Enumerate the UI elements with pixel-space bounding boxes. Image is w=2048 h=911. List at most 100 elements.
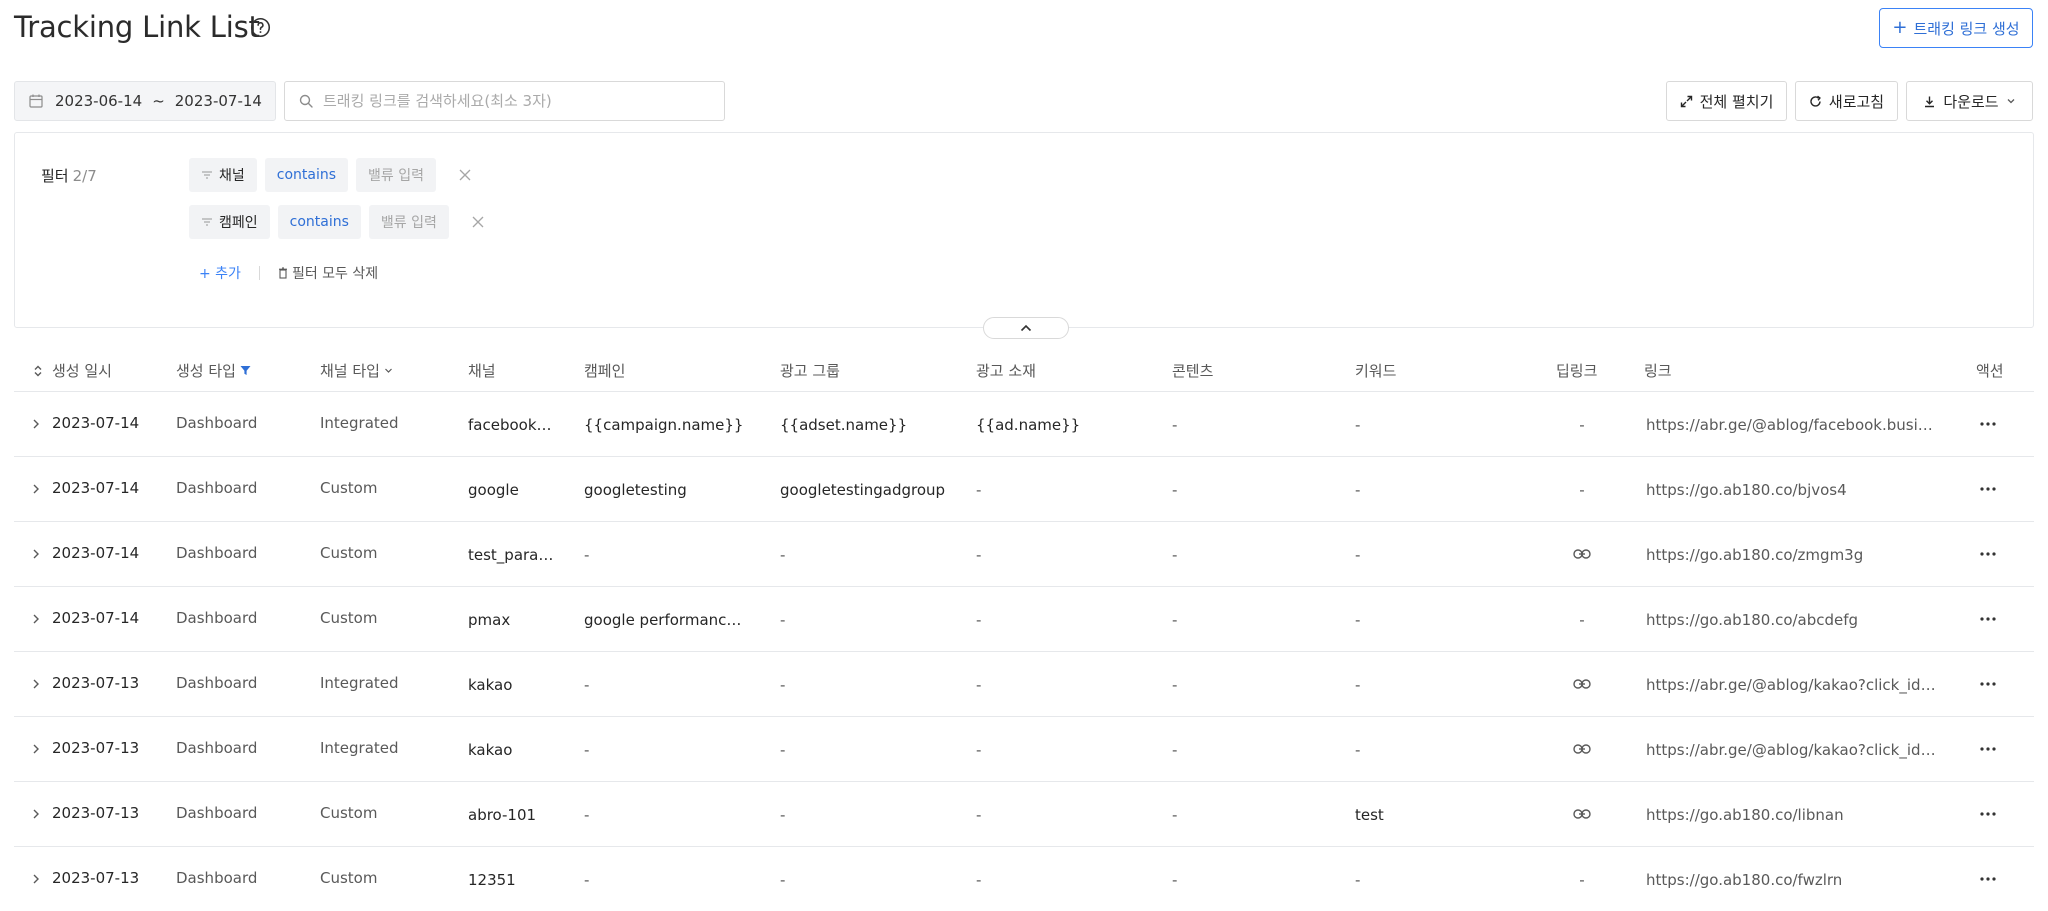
cell-created-type: Dashboard (176, 674, 258, 692)
col-created-at[interactable]: 생성 일시 (34, 360, 112, 381)
cell-link[interactable]: https://go.ab180.co/abcdefg (1646, 611, 1936, 629)
divider (258, 266, 260, 280)
clear-filters-label: 필터 모두 삭제 (291, 266, 379, 282)
cell-created-type: Dashboard (176, 739, 258, 757)
cell-link[interactable]: https://go.ab180.co/fwzlrn (1646, 871, 1936, 889)
table-row[interactable]: 2023-07-14 Dashboard Integrated facebook.… {… (14, 392, 2034, 457)
col-channel-type[interactable]: 채널 타입 (320, 360, 393, 381)
cell-link[interactable]: https://abr.ge/@ablog/kakao?click_id=… (1646, 741, 1936, 759)
expand-all-button[interactable]: 전체 펼치기 (1666, 81, 1787, 121)
filter-value-input[interactable]: 밸류 입력 (368, 205, 449, 239)
expand-row-icon[interactable] (32, 481, 40, 499)
cell-adgroup: - (780, 741, 786, 759)
filter-actions: + 추가 필터 모두 삭제 (199, 263, 378, 283)
refresh-button[interactable]: 새로고침 (1795, 81, 1898, 121)
chevron-down-icon (2007, 99, 2015, 104)
col-created-type[interactable]: 생성 타입 (176, 360, 251, 381)
col-created-type-label: 생성 타입 (176, 362, 236, 380)
collapse-filter-toggle[interactable] (983, 317, 1069, 339)
cell-keyword: - (1355, 741, 1361, 759)
more-actions-icon[interactable] (1974, 737, 2002, 755)
expand-row-icon[interactable] (32, 676, 40, 694)
cell-keyword: test (1355, 806, 1384, 824)
more-actions-icon[interactable] (1974, 867, 2002, 885)
cell-channel: pmax (468, 611, 511, 629)
cell-ad: - (976, 546, 982, 564)
more-actions-icon[interactable] (1974, 477, 2002, 495)
col-channel: 채널 (468, 362, 496, 380)
more-actions-icon[interactable] (1974, 802, 2002, 820)
cell-campaign: - (584, 806, 590, 824)
cell-channel: google (468, 481, 519, 499)
cell-adgroup: - (780, 546, 786, 564)
filter-field-chip[interactable]: 채널 (189, 158, 257, 192)
cell-created-at: 2023-07-13 (52, 674, 140, 692)
expand-row-icon[interactable] (32, 546, 40, 564)
close-icon[interactable] (471, 215, 485, 229)
cell-channel: kakao (468, 741, 513, 759)
tracking-link-table: 생성 일시 생성 타입 채널 타입 채널 캠페인 광고 그룹 광고 소재 콘텐츠… (14, 348, 2034, 911)
search-icon (299, 94, 313, 108)
cell-link[interactable]: https://go.ab180.co/libnan (1646, 806, 1936, 824)
deeplink-icon[interactable] (1564, 676, 1600, 694)
cell-link[interactable]: https://go.ab180.co/bjvos4 (1646, 481, 1936, 499)
cell-channel-type: Integrated (320, 739, 399, 757)
deeplink-icon[interactable] (1564, 546, 1600, 564)
deeplink-icon[interactable] (1564, 806, 1600, 824)
more-actions-icon[interactable] (1974, 607, 2002, 625)
expand-row-icon[interactable] (32, 611, 40, 629)
cell-contents: - (1172, 676, 1178, 694)
help-icon[interactable] (250, 17, 271, 38)
col-deeplink: 딥링크 (1556, 362, 1598, 380)
cell-channel: test_para… (468, 546, 554, 564)
deeplink-icon[interactable] (1564, 741, 1600, 759)
expand-row-icon[interactable] (32, 806, 40, 824)
add-filter-button[interactable]: + 추가 (199, 263, 241, 283)
filter-row-channel: 채널 contains 밸류 입력 (189, 158, 472, 192)
filter-count: 2/7 (72, 167, 97, 185)
cell-created-at: 2023-07-13 (52, 869, 140, 887)
filter-active-icon[interactable] (240, 365, 251, 376)
cell-link[interactable]: https://abr.ge/@ablog/kakao?click_id=… (1646, 676, 1936, 694)
clear-filters-button[interactable]: 필터 모두 삭제 (278, 263, 378, 283)
table-row[interactable]: 2023-07-13 Dashboard Custom 12351 - - - - - https… (14, 847, 2034, 911)
close-icon[interactable] (458, 168, 472, 182)
search-input[interactable] (323, 92, 703, 110)
expand-row-icon[interactable] (32, 416, 40, 434)
filter-operator-chip[interactable]: contains (277, 205, 361, 239)
table-row[interactable]: 2023-07-14 Dashboard Custom pmax google perf… (14, 587, 2034, 652)
filter-field-chip[interactable]: 캠페인 (189, 205, 270, 239)
table-row[interactable]: 2023-07-14 Dashboard Custom google googletes… (14, 457, 2034, 522)
cell-keyword: - (1355, 416, 1361, 434)
cell-deeplink: - (1579, 416, 1585, 434)
filter-icon (202, 171, 212, 179)
cell-ad: - (976, 871, 982, 889)
table-row[interactable]: 2023-07-13 Dashboard Custom abro-101 - - - - tes… (14, 782, 2034, 847)
cell-link[interactable]: https://abr.ge/@ablog/facebook.busin… (1646, 416, 1936, 434)
download-button[interactable]: 다운로드 (1906, 81, 2033, 121)
search-box[interactable] (284, 81, 725, 121)
more-actions-icon[interactable] (1974, 672, 2002, 690)
create-tracking-link-label: 트래킹 링크 생성 (1913, 19, 2020, 38)
filter-value-input[interactable]: 밸류 입력 (356, 158, 437, 192)
table-row[interactable]: 2023-07-13 Dashboard Integrated kakao - - - - - h… (14, 652, 2034, 717)
expand-row-icon[interactable] (32, 871, 40, 889)
cell-created-at: 2023-07-14 (52, 479, 140, 497)
date-end: 2023-07-14 (174, 92, 262, 110)
table-row[interactable]: 2023-07-14 Dashboard Custom test_para… - - - - -… (14, 522, 2034, 587)
cell-link[interactable]: https://go.ab180.co/zmgm3g (1646, 546, 1936, 564)
refresh-icon (1810, 95, 1821, 107)
filter-operator-chip[interactable]: contains (264, 158, 349, 192)
expand-row-icon[interactable] (32, 741, 40, 759)
cell-channel: facebook.… (468, 416, 556, 434)
cell-channel-type: Custom (320, 544, 378, 562)
cell-keyword: - (1355, 676, 1361, 694)
more-actions-icon[interactable] (1974, 542, 2002, 560)
cell-channel-type: Integrated (320, 674, 399, 692)
create-tracking-link-button[interactable]: + 트래킹 링크 생성 (1879, 8, 2033, 48)
table-row[interactable]: 2023-07-13 Dashboard Integrated kakao - - - - - h… (14, 717, 2034, 782)
date-range-picker[interactable]: 2023-06-14 ~ 2023-07-14 (14, 81, 276, 121)
cell-campaign: {{campaign.name}} (584, 416, 744, 434)
date-separator: ~ (152, 92, 165, 110)
more-actions-icon[interactable] (1974, 412, 2002, 430)
